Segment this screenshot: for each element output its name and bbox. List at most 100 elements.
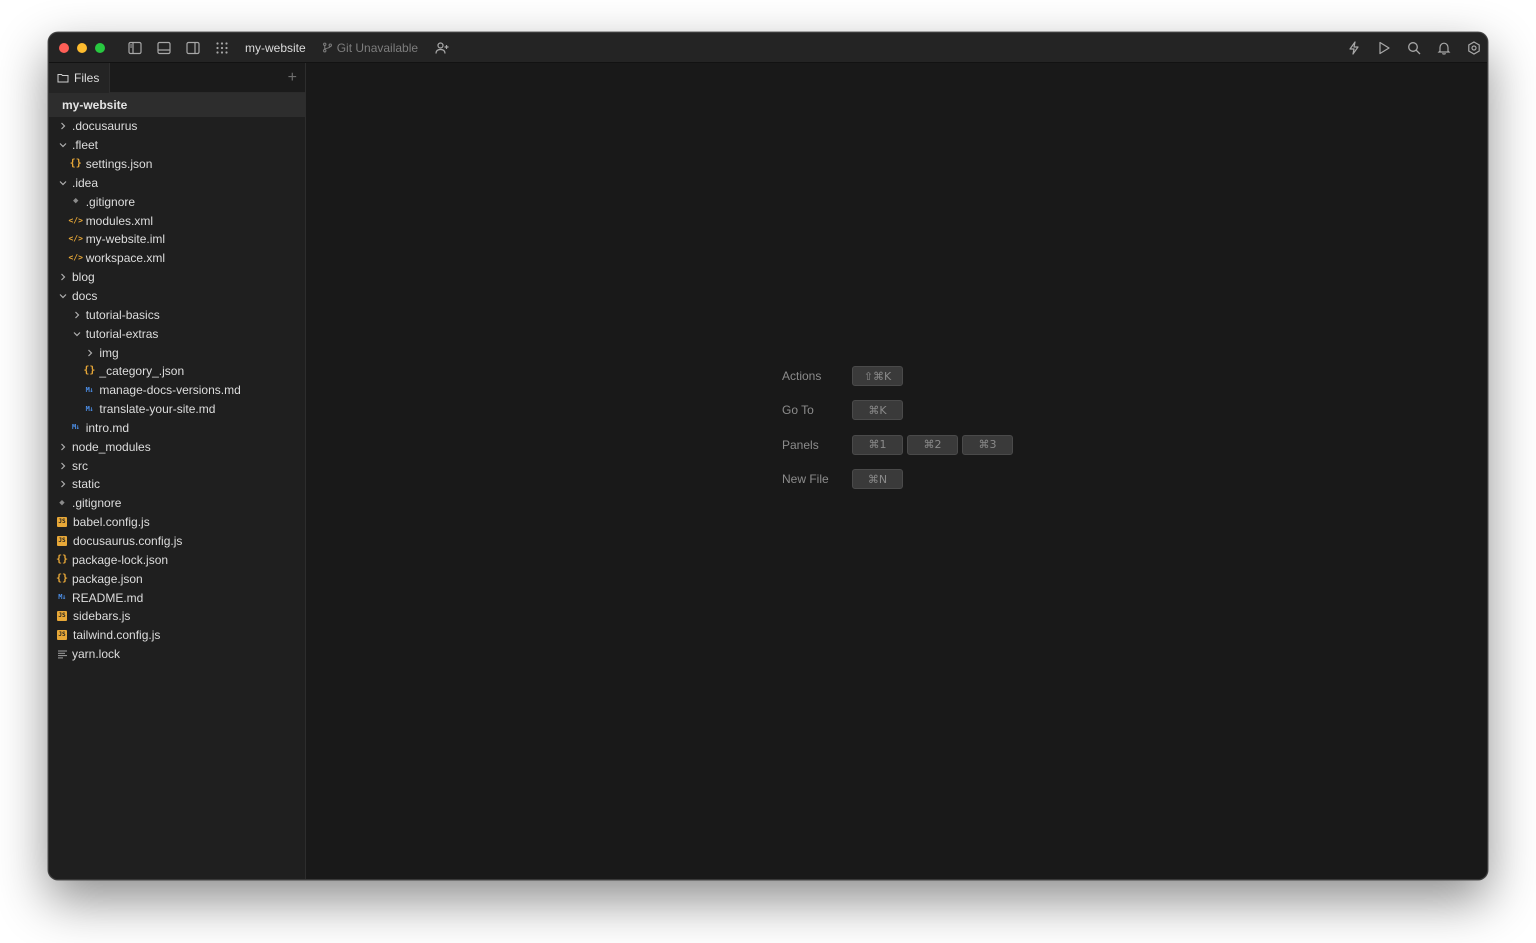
tree-file-item[interactable]: ◆ .gitignore [49, 192, 305, 211]
tree-file-item[interactable]: M↓ README.md [49, 588, 305, 607]
chevron-right-icon[interactable] [58, 479, 68, 489]
tree-file-item[interactable]: {} _category_.json [49, 362, 305, 381]
xml-file-icon: </> [68, 215, 83, 225]
tree-file-item[interactable]: ◆ .gitignore [49, 494, 305, 513]
markdown-file-icon: M↓ [58, 593, 66, 602]
shortcut-label: Go To [782, 403, 814, 418]
notifications-bell-icon[interactable] [1436, 41, 1451, 56]
tree-folder-item[interactable]: src [49, 456, 305, 475]
git-status-label: Git Unavailable [336, 40, 419, 55]
chevron-down-icon[interactable] [58, 291, 68, 301]
tree-item-label: modules.xml [85, 213, 154, 228]
project-name[interactable]: my-website [245, 41, 306, 55]
tree-item-label: src [72, 458, 88, 473]
chevron-right-icon[interactable] [58, 442, 68, 452]
tree-item-label: .fleet [72, 138, 99, 153]
tab-files[interactable]: Files [49, 62, 111, 93]
maximize-window-button[interactable] [95, 42, 105, 53]
lightning-icon[interactable] [1346, 41, 1361, 56]
tree-file-item[interactable]: </> my-website.iml [49, 230, 305, 249]
toggle-right-panel-icon[interactable] [185, 40, 200, 55]
tree-item-label: docs [72, 289, 98, 304]
tree-item-label: docusaurus.config.js [73, 533, 183, 548]
tree-file-item[interactable]: {} package.json [49, 569, 305, 588]
chevron-down-icon[interactable] [58, 178, 68, 188]
keyboard-shortcut-key: ⌘2 [907, 434, 958, 455]
tree-item-label: settings.json [85, 157, 153, 172]
tree-file-item[interactable]: JS docusaurus.config.js [49, 532, 305, 551]
tree-item-label: babel.config.js [73, 515, 150, 530]
javascript-file-icon: JS [57, 535, 67, 546]
git-file-icon: ◆ [59, 497, 65, 508]
tree-file-item[interactable]: {} package-lock.json [49, 550, 305, 569]
tree-file-item[interactable]: </> workspace.xml [49, 249, 305, 268]
git-file-icon: ◆ [72, 196, 79, 207]
search-icon[interactable] [1406, 41, 1421, 56]
tree-file-item[interactable]: yarn.lock [49, 645, 305, 664]
tree-folder-item[interactable]: static [49, 475, 305, 494]
toggle-bottom-panel-icon[interactable] [156, 40, 171, 55]
tree-folder-item[interactable]: tutorial-basics [49, 305, 305, 324]
tree-folder-item[interactable]: node_modules [49, 437, 305, 456]
add-tab-button[interactable]: + [288, 70, 297, 86]
tree-item-label: package.json [72, 571, 143, 586]
json-file-icon: {} [55, 553, 69, 565]
project-root-item[interactable]: my-website [49, 93, 305, 117]
chevron-right-icon[interactable] [58, 461, 68, 471]
settings-gear-icon[interactable] [1466, 41, 1481, 56]
tree-item-label: my-website.iml [85, 232, 166, 247]
tree-file-item[interactable]: JS babel.config.js [49, 513, 305, 532]
xml-file-icon: </> [68, 234, 83, 244]
tree-item-label: _category_.json [99, 364, 185, 379]
tree-item-label: README.md [72, 590, 144, 605]
chevron-right-icon[interactable] [72, 310, 82, 320]
tree-folder-item[interactable]: .docusaurus [49, 117, 305, 136]
javascript-file-icon: JS [57, 630, 67, 641]
tree-file-item[interactable]: M↓ translate-your-site.md [49, 400, 305, 419]
tree-item-label: sidebars.js [73, 609, 131, 624]
shortcut-row: Actions ⇧⌘K [782, 359, 1013, 393]
chevron-right-icon[interactable] [85, 348, 95, 358]
chevron-down-icon[interactable] [58, 140, 68, 150]
tree-item-label: .idea [72, 175, 99, 190]
tree-folder-item[interactable]: .idea [49, 174, 305, 193]
chevron-right-icon[interactable] [58, 272, 68, 282]
tree-item-label: node_modules [72, 439, 151, 454]
tree-folder-item[interactable]: blog [49, 268, 305, 287]
shortcut-label: Actions [782, 369, 822, 384]
tree-item-label: translate-your-site.md [99, 402, 216, 417]
run-icon[interactable] [1376, 41, 1391, 56]
toggle-left-panel-icon[interactable] [127, 40, 142, 55]
chevron-down-icon[interactable] [72, 329, 82, 339]
tree-item-label: tailwind.config.js [73, 628, 161, 643]
tree-folder-item[interactable]: .fleet [49, 136, 305, 155]
tree-folder-item[interactable]: docs [49, 287, 305, 306]
tree-file-item[interactable]: M↓ intro.md [49, 419, 305, 438]
javascript-file-icon: JS [57, 611, 67, 622]
close-window-button[interactable] [59, 42, 69, 53]
tree-file-item[interactable]: JS tailwind.config.js [49, 626, 305, 645]
tree-folder-item[interactable]: img [49, 343, 305, 362]
app-grid-icon[interactable] [214, 40, 229, 55]
tree-item-label: .gitignore [72, 496, 122, 511]
tree-item-label: tutorial-extras [85, 326, 159, 341]
shortcut-label: New File [782, 472, 829, 487]
keyboard-shortcut-key: ⌘K [852, 400, 903, 421]
add-collaborator-icon[interactable] [434, 40, 449, 55]
git-status[interactable]: Git Unavailable [322, 41, 418, 55]
tree-file-item[interactable]: M↓ manage-docs-versions.md [49, 381, 305, 400]
tab-files-label: Files [74, 70, 100, 85]
minimize-window-button[interactable] [77, 42, 87, 53]
tree-item-label: blog [72, 270, 95, 285]
tree-item-label: .docusaurus [72, 119, 138, 134]
editor-area[interactable]: Actions ⇧⌘K Go To ⌘K Panels ⌘1 ⌘2 ⌘3 New File ⌘N [306, 63, 1487, 879]
tree-file-item[interactable]: {} settings.json [49, 155, 305, 174]
tree-file-item[interactable]: </> modules.xml [49, 211, 305, 230]
xml-file-icon: </> [68, 253, 83, 263]
tree-item-label: .gitignore [85, 194, 136, 209]
shortcut-hints: Actions ⇧⌘K Go To ⌘K Panels ⌘1 ⌘2 ⌘3 New File ⌘N [782, 359, 1013, 496]
json-file-icon: {} [69, 158, 82, 170]
chevron-right-icon[interactable] [58, 121, 68, 131]
tree-folder-item[interactable]: tutorial-extras [49, 324, 305, 343]
tree-file-item[interactable]: JS sidebars.js [49, 607, 305, 626]
